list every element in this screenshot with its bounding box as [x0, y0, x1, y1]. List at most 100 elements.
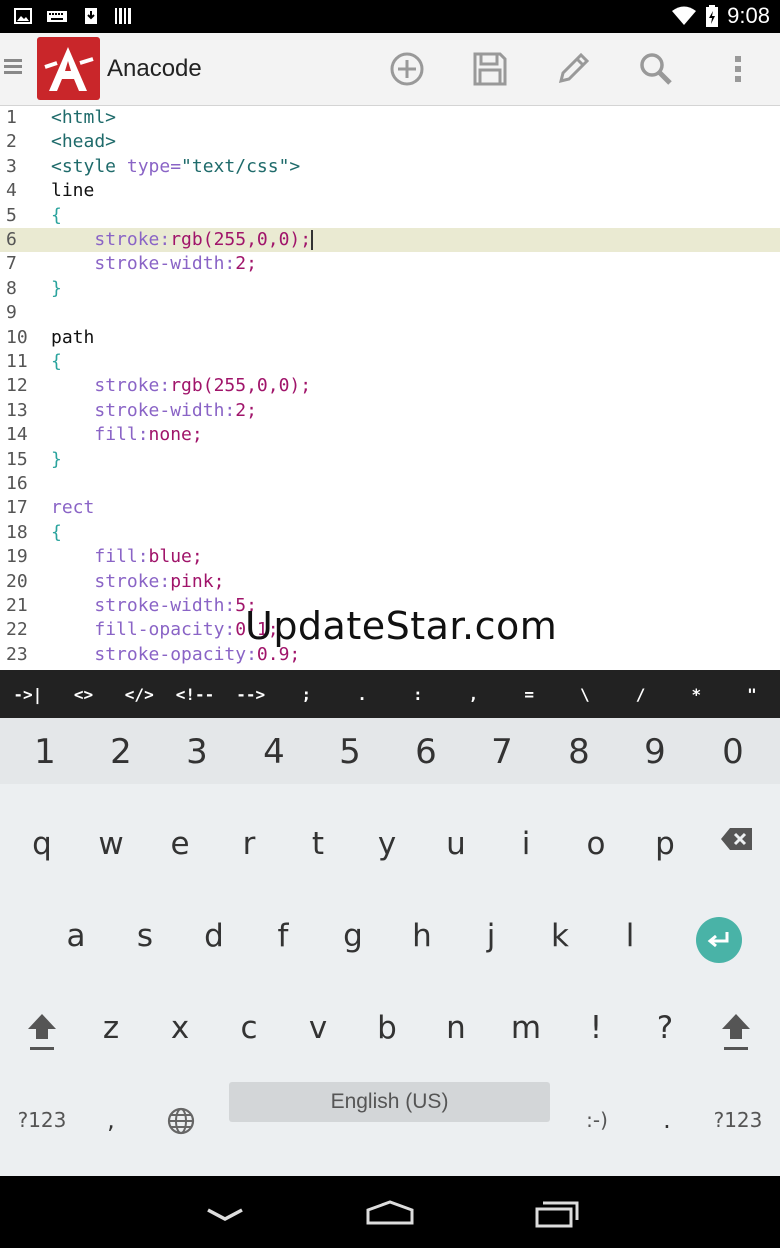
code-editor[interactable]: 1 <html> 2 <head> 3 <style type="text/css"> 4 l…	[0, 106, 780, 670]
code-line[interactable]: 6 stroke:rgb(255,0,0);	[0, 228, 780, 253]
number-key[interactable]: 3	[167, 732, 227, 772]
shift-left-icon[interactable]	[25, 1011, 59, 1053]
code-line[interactable]: 5{	[0, 204, 780, 228]
symbol-key[interactable]: </>	[113, 685, 165, 704]
save-icon[interactable]	[470, 49, 510, 89]
letter-key[interactable]: o	[566, 826, 626, 862]
number-key[interactable]: 1	[15, 732, 75, 772]
letter-key[interactable]: j	[461, 918, 521, 954]
letter-key[interactable]: v	[288, 1010, 348, 1046]
symbol-key[interactable]: -->	[225, 685, 277, 704]
letter-key[interactable]: c	[219, 1010, 279, 1046]
line-number: 4	[6, 180, 17, 202]
symbol-key[interactable]: <>	[58, 685, 110, 704]
letter-key[interactable]: i	[496, 826, 556, 862]
home-icon[interactable]	[365, 1200, 415, 1226]
code-line[interactable]: 19 fill:blue;	[0, 545, 780, 569]
code-line[interactable]: 3 <style type="text/css">	[0, 155, 780, 179]
period-key[interactable]: .	[652, 1106, 682, 1134]
letter-key[interactable]: l	[600, 918, 660, 954]
shift-right-icon[interactable]	[719, 1011, 753, 1053]
globe-icon[interactable]	[167, 1107, 195, 1135]
code-line[interactable]: 14 fill:none;	[0, 423, 780, 447]
number-key[interactable]: 2	[91, 732, 151, 772]
code-line[interactable]: 21 stroke-width:5;	[0, 594, 780, 618]
code-line[interactable]: 11 {	[0, 350, 780, 374]
symbol-key[interactable]: \	[559, 685, 611, 704]
symbol-key[interactable]: ;	[280, 685, 332, 704]
backspace-icon[interactable]	[720, 826, 754, 852]
code-line[interactable]: 2 <head>	[0, 130, 780, 154]
recents-icon[interactable]	[534, 1199, 580, 1229]
letter-key[interactable]: n	[426, 1010, 486, 1046]
symbol-key[interactable]: ->|	[2, 685, 54, 704]
symbol-key[interactable]: /	[615, 685, 667, 704]
letter-key[interactable]: e	[150, 826, 210, 862]
symbol-key[interactable]: :	[392, 685, 444, 704]
code-line[interactable]: 4 line	[0, 179, 780, 203]
letter-key[interactable]: b	[357, 1010, 417, 1046]
number-key[interactable]: 8	[549, 732, 609, 772]
symbol-key[interactable]: <!--	[169, 685, 221, 704]
comma-key[interactable]: ,	[96, 1106, 126, 1134]
number-key[interactable]: 6	[396, 732, 456, 772]
enter-button[interactable]	[696, 917, 742, 963]
symbol-key[interactable]: "	[726, 685, 778, 704]
code-line[interactable]: 8}	[0, 277, 780, 301]
letter-key[interactable]: q	[12, 826, 72, 862]
letter-key[interactable]: h	[392, 918, 452, 954]
letter-key[interactable]: s	[115, 918, 175, 954]
code-line[interactable]: 7 stroke-width:2;	[0, 252, 780, 276]
letter-key[interactable]: p	[635, 826, 695, 862]
letter-key[interactable]: z	[81, 1010, 141, 1046]
code-line[interactable]: 22 fill-opacity:0.1;	[0, 618, 780, 642]
letter-key[interactable]: d	[184, 918, 244, 954]
letter-key[interactable]: y	[357, 826, 417, 862]
code-line[interactable]: 9	[0, 301, 780, 325]
letter-key[interactable]: !	[566, 1010, 626, 1046]
code-line[interactable]: 10 path	[0, 326, 780, 350]
symbols-key-left[interactable]: ?123	[12, 1108, 72, 1132]
letter-key[interactable]: u	[426, 826, 486, 862]
number-key[interactable]: 5	[320, 732, 380, 772]
symbol-key[interactable]: *	[670, 685, 722, 704]
code-line[interactable]: 16	[0, 472, 780, 496]
line-code: path	[51, 326, 94, 350]
letter-key[interactable]: f	[253, 918, 313, 954]
letter-key[interactable]: w	[81, 826, 141, 862]
number-key[interactable]: 0	[703, 732, 763, 772]
code-line[interactable]: 15}	[0, 448, 780, 472]
letter-key[interactable]: ?	[635, 1010, 695, 1046]
code-line[interactable]: 20 stroke:pink;	[0, 570, 780, 594]
search-icon[interactable]	[636, 49, 676, 89]
symbol-key[interactable]: ,	[447, 685, 499, 704]
line-number: 18	[6, 521, 28, 543]
number-key[interactable]: 4	[244, 732, 304, 772]
number-key[interactable]: 7	[472, 732, 532, 772]
smiley-key[interactable]: :-)	[574, 1108, 620, 1132]
symbol-key[interactable]: =	[503, 685, 555, 704]
code-line[interactable]: 1 <html>	[0, 106, 780, 130]
app-logo[interactable]	[37, 37, 100, 100]
letter-key[interactable]: k	[530, 918, 590, 954]
letter-key[interactable]: a	[46, 918, 106, 954]
code-line[interactable]: 23 stroke-opacity:0.9;	[0, 643, 780, 667]
code-line[interactable]: 18 {	[0, 521, 780, 545]
letter-key[interactable]: t	[288, 826, 348, 862]
number-key[interactable]: 9	[625, 732, 685, 772]
symbol-key[interactable]: .	[336, 685, 388, 704]
overflow-menu-icon[interactable]	[718, 49, 758, 89]
code-line[interactable]: 12 stroke:rgb(255,0,0);	[0, 374, 780, 398]
add-icon[interactable]	[387, 49, 427, 89]
edit-icon[interactable]	[553, 49, 593, 89]
drawer-menu-icon[interactable]	[4, 57, 24, 79]
letter-key[interactable]: g	[323, 918, 383, 954]
letter-key[interactable]: m	[496, 1010, 556, 1046]
letter-key[interactable]: x	[150, 1010, 210, 1046]
symbols-key-right[interactable]: ?123	[708, 1108, 768, 1132]
back-icon[interactable]	[204, 1204, 246, 1224]
code-token: stroke-width:	[94, 253, 236, 275]
code-line[interactable]: 17 rect	[0, 496, 780, 520]
code-line[interactable]: 13 stroke-width:2;	[0, 399, 780, 423]
letter-key[interactable]: r	[219, 826, 279, 862]
